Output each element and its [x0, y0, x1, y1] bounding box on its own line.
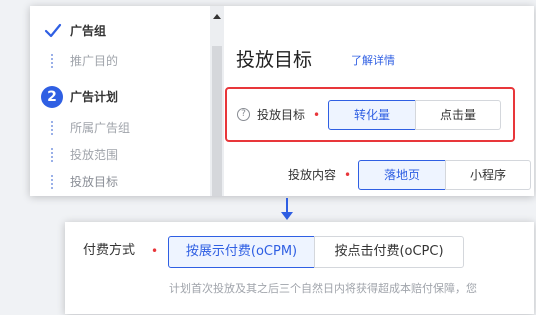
- required-marker: •: [344, 168, 352, 182]
- billing-label: 付费方式: [83, 243, 136, 258]
- sidebar-item-label: 广告计划: [70, 90, 119, 104]
- content-option-mini-program[interactable]: 小程序: [445, 160, 531, 190]
- billing-option-ocpc[interactable]: 按点击付费(oCPC): [314, 236, 464, 268]
- sidebar-item-ad-plan[interactable]: 2 广告计划: [30, 84, 205, 110]
- sidebar-item-delivery-goal[interactable]: 投放目标: [30, 169, 205, 195]
- sidebar-item-label: 推广目的: [70, 54, 119, 68]
- step-connector: [51, 148, 54, 162]
- sidebar-item-label: 投放范围: [70, 148, 119, 162]
- down-arrow-head-icon: [281, 212, 293, 220]
- sidebar-item-ad-group[interactable]: 广告组: [30, 18, 205, 44]
- billing-note: 计划首次投放及其之后三个自然日内将获得超成本赔付保障，您: [169, 282, 477, 295]
- billing-option-ocpm[interactable]: 按展示付费(oCPM): [168, 236, 315, 268]
- sidebar-scrollbar[interactable]: [210, 6, 224, 196]
- sidebar-item-delivery-scope[interactable]: 投放范围: [30, 142, 205, 168]
- step-connector: [51, 175, 54, 189]
- sidebar-item-label: 所属广告组: [70, 121, 131, 135]
- goal-option-conversions[interactable]: 转化量: [328, 100, 416, 130]
- step-sidebar: 广告组 推广目的 2 广告计划 所属广告组 投放范围 投放目标: [30, 6, 210, 196]
- scrollbar-thumb[interactable]: [212, 46, 222, 196]
- checkmark-icon: [43, 21, 63, 41]
- sidebar-item-label: 广告组: [70, 24, 107, 38]
- page-title: 投放目标: [236, 49, 313, 71]
- sidebar-item-label: 投放目标: [70, 175, 119, 189]
- content-option-landing-page[interactable]: 落地页: [358, 160, 446, 190]
- step-number-badge: 2: [41, 86, 63, 108]
- required-marker: •: [151, 244, 159, 258]
- content-label: 投放内容: [288, 168, 337, 182]
- sidebar-item-owning-ad-group[interactable]: 所属广告组: [30, 115, 205, 141]
- step-connector: [51, 121, 54, 135]
- scroll-up-arrow-icon[interactable]: [213, 14, 221, 19]
- goal-option-clicks[interactable]: 点击量: [415, 100, 501, 130]
- sidebar-item-promotion-purpose[interactable]: 推广目的: [30, 48, 205, 74]
- billing-card: 付费方式 • 按展示付费(oCPM) 按点击付费(oCPC) 计划首次投放及其之…: [65, 222, 534, 314]
- learn-more-link[interactable]: 了解详情: [351, 54, 395, 68]
- step-connector: [51, 54, 54, 68]
